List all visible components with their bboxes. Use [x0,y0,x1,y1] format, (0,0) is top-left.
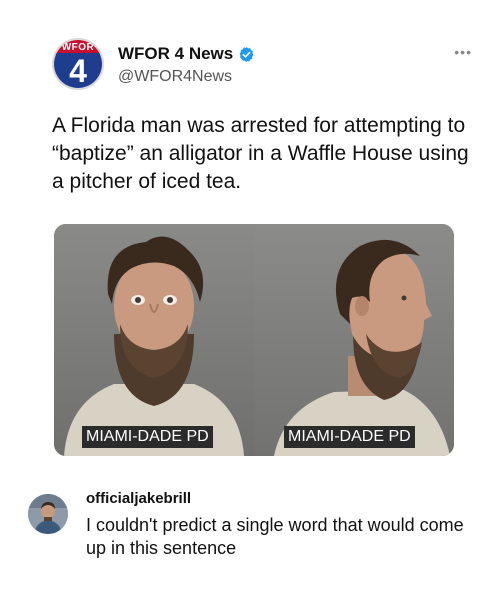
more-dots-icon[interactable]: ••• [454,44,472,60]
commenter-username[interactable]: officialjakebrill [86,490,191,507]
mugshot-profile-figure [274,239,450,456]
channel-logo[interactable]: WFOR 4 [52,38,104,90]
photo-label-left: MIAMI-DADE PD [82,426,213,448]
account-handle[interactable]: @WFOR4News [118,68,232,86]
comment-text: I couldn't predict a single word that wo… [86,515,464,558]
commenter-avatar[interactable] [28,494,68,534]
mugshot-front: MIAMI-DADE PD [54,224,254,456]
mugshot-profile: MIAMI-DADE PD [254,224,454,456]
tweet-card: WFOR 4 WFOR 4 News @WFOR4News ••• A Flor… [0,0,504,472]
account-name-row[interactable]: WFOR 4 News [118,44,255,64]
account-name[interactable]: WFOR 4 News [118,44,233,64]
mugshot-photo[interactable]: MIAMI-DADE PD MIAMI-DADE PD [54,224,454,456]
avatar-image [28,494,68,534]
photo-label-right: MIAMI-DADE PD [284,426,415,448]
tweet-text: A Florida man was arrested for attemptin… [52,114,469,193]
mugshot-front-figure [64,236,244,456]
tweet-header: WFOR 4 WFOR 4 News @WFOR4News ••• [52,38,472,94]
logo-channel-number: 4 [54,53,102,88]
comment: officialjakebrill I couldn't predict a s… [28,490,478,580]
verified-badge-icon [239,46,254,62]
